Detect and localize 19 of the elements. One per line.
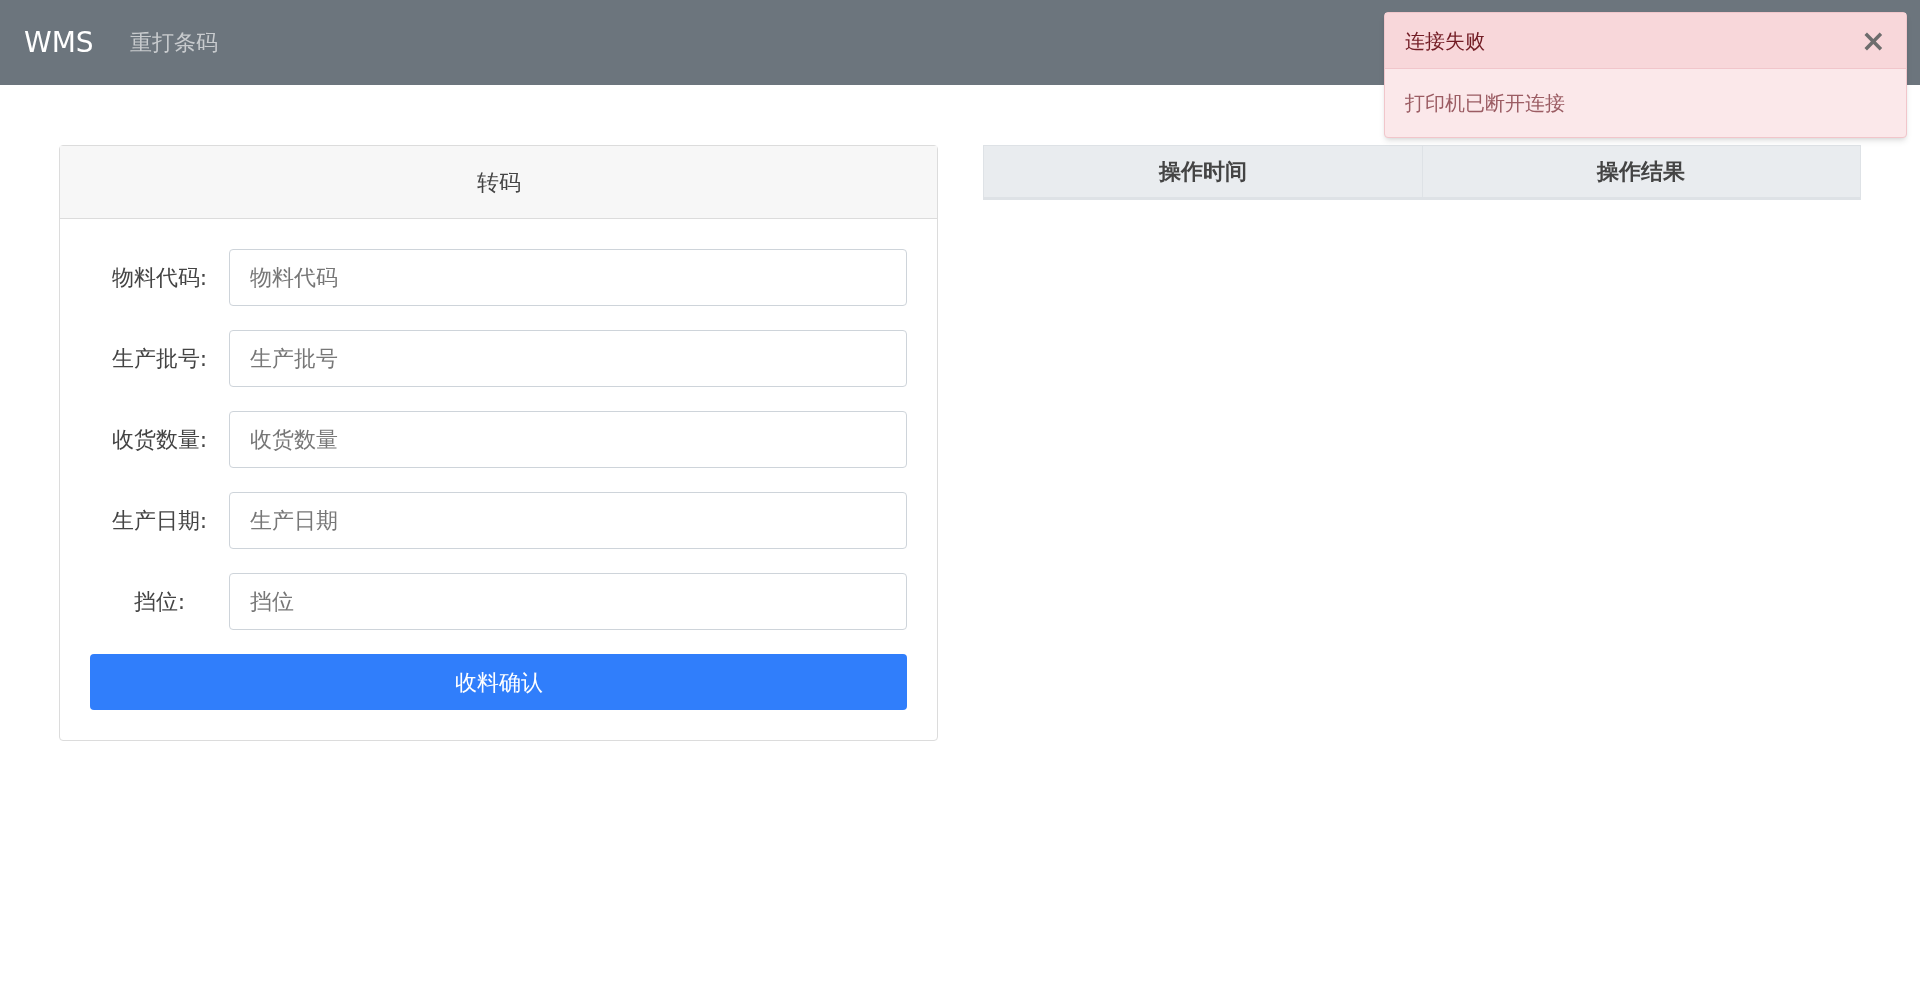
confirm-button[interactable]: 收料确认 bbox=[90, 654, 907, 710]
input-field[interactable]: 生产日期 bbox=[228, 492, 907, 549]
input-field[interactable]: 挡位 bbox=[228, 573, 907, 630]
toast-message: 打印机已断开连接 bbox=[1405, 90, 1565, 117]
column-header[interactable]: 操作结果 bbox=[1597, 155, 1686, 188]
field-label: 收货数量: bbox=[111, 426, 208, 454]
input-field[interactable]: 收货数量 bbox=[228, 411, 907, 468]
toast-title: 连接失败 bbox=[1405, 27, 1485, 55]
input-field[interactable]: 物料代码 bbox=[228, 249, 907, 306]
close-button[interactable]: × bbox=[1860, 25, 1886, 56]
input-field[interactable]: 生产批号 bbox=[228, 330, 907, 387]
nav-link[interactable]: 重打条码 bbox=[129, 26, 218, 59]
brand-logo[interactable]: WMS bbox=[24, 21, 94, 64]
column-header[interactable]: 操作时间 bbox=[1158, 155, 1247, 188]
field-label: 挡位: bbox=[133, 588, 186, 616]
card-title: 转码 bbox=[476, 168, 521, 197]
field-label: 物料代码: bbox=[111, 264, 208, 292]
field-label: 生产日期: bbox=[111, 507, 208, 535]
field-label: 生产批号: bbox=[111, 345, 208, 373]
